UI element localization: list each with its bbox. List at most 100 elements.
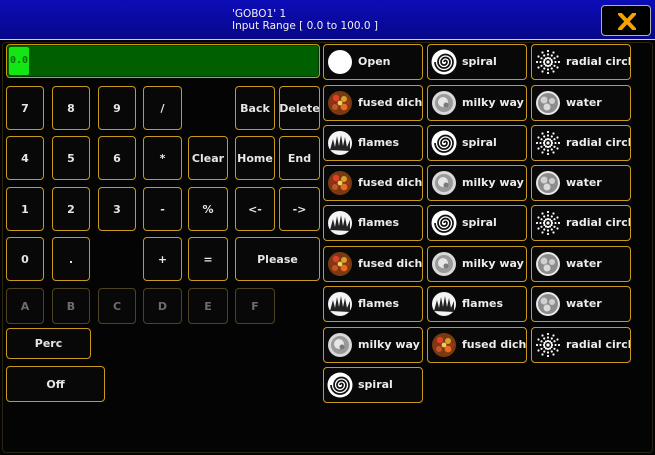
gobo-label: radial circle [566, 338, 630, 351]
gobo-icon-wrap [535, 49, 561, 75]
gobo-button-water[interactable]: water [531, 165, 631, 201]
gobo-label: spiral [462, 136, 497, 149]
key-perc-button[interactable]: Perc [6, 328, 91, 359]
key-left-button[interactable]: <- [235, 187, 275, 231]
key-b-button[interactable]: B [52, 288, 90, 324]
gobo-label: radial circle [566, 55, 630, 68]
key-4-button[interactable]: 4 [6, 136, 44, 180]
gobo-button-radial-circle[interactable]: radial circle [531, 205, 631, 241]
key-7-button[interactable]: 7 [6, 86, 44, 130]
key-dot-button[interactable]: . [52, 237, 90, 281]
flames-gobo-icon [328, 211, 352, 235]
gobo-button-fused-dichro[interactable]: fused dichro [323, 246, 423, 282]
milky-way-gobo-icon [432, 91, 456, 115]
input-value: 0.0 [10, 55, 29, 66]
gobo-icon-wrap [327, 291, 353, 317]
key-9-button[interactable]: 9 [98, 86, 136, 130]
gobo-button-radial-circle[interactable]: radial circle [531, 125, 631, 161]
gobo-icon-wrap [431, 170, 457, 196]
gobo-button-radial-circle[interactable]: radial circle [531, 327, 631, 363]
gobo-icon-wrap [327, 130, 353, 156]
key-5-button[interactable]: 5 [52, 136, 90, 180]
gobo-button-milky-way[interactable]: milky way [427, 246, 527, 282]
key-back-button[interactable]: Back [235, 86, 275, 130]
gobo-icon-wrap [327, 251, 353, 277]
gobo-icon-wrap [327, 372, 353, 398]
key-equals-button[interactable]: = [188, 237, 228, 281]
key-6-button[interactable]: 6 [98, 136, 136, 180]
key-slash-button[interactable]: / [143, 86, 182, 130]
gobo-icon-wrap [535, 130, 561, 156]
gobo-icon-wrap [431, 90, 457, 116]
key-minus-button[interactable]: - [143, 187, 182, 231]
gobo-button-spiral[interactable]: spiral [323, 367, 423, 403]
gobo-button-milky-way[interactable]: milky way [323, 327, 423, 363]
gobo-icon-wrap [535, 332, 561, 358]
gobo-label: radial circle [566, 216, 630, 229]
key-c-button[interactable]: C [98, 288, 136, 324]
key-right-button[interactable]: -> [279, 187, 320, 231]
key-f-button[interactable]: F [235, 288, 275, 324]
gobo-icon-wrap [327, 210, 353, 236]
gobo-button-spiral[interactable]: spiral [427, 44, 527, 80]
key-plus-button[interactable]: + [143, 237, 182, 281]
key-a-button[interactable]: A [6, 288, 44, 324]
gobo-label: spiral [358, 378, 393, 391]
gobo-button-milky-way[interactable]: milky way [427, 165, 527, 201]
gobo-button-water[interactable]: water [531, 286, 631, 322]
gobo-label: flames [358, 297, 400, 310]
key-8-button[interactable]: 8 [52, 86, 90, 130]
key-please-button[interactable]: Please [235, 237, 320, 281]
gobo-label: milky way [462, 176, 524, 189]
key-2-button[interactable]: 2 [52, 187, 90, 231]
gobo-button-spiral[interactable]: spiral [427, 205, 527, 241]
gobo-button-milky-way[interactable]: milky way [427, 85, 527, 121]
radial-circle-gobo-icon [535, 210, 561, 236]
key-clear-button[interactable]: Clear [188, 136, 228, 180]
gobo-label: flames [358, 216, 400, 229]
gobo-button-fused-dichro[interactable]: fused dichro [323, 165, 423, 201]
gobo-icon-wrap [431, 291, 457, 317]
key-3-button[interactable]: 3 [98, 187, 136, 231]
gobo-label: radial circle [566, 136, 630, 149]
fused-dichro-gobo-icon [328, 91, 352, 115]
gobo-button-spiral[interactable]: spiral [427, 125, 527, 161]
gobo-icon-wrap [431, 49, 457, 75]
gobo-button-water[interactable]: water [531, 85, 631, 121]
key-delete-button[interactable]: Delete [279, 86, 320, 130]
gobo-icon-wrap [431, 332, 457, 358]
gobo-button-flames[interactable]: flames [323, 205, 423, 241]
key-d-button[interactable]: D [143, 288, 182, 324]
gobo-button-flames[interactable]: flames [323, 286, 423, 322]
value-input-field[interactable]: 0.0 [6, 44, 320, 78]
gobo-button-Open[interactable]: Open [323, 44, 423, 80]
key-home-button[interactable]: Home [235, 136, 275, 180]
key-e-button[interactable]: E [188, 288, 228, 324]
gobo-button-radial-circle[interactable]: radial circle [531, 44, 631, 80]
open-gobo-icon [328, 50, 352, 74]
spiral-gobo-icon [431, 49, 457, 75]
key-star-button[interactable]: * [143, 136, 182, 180]
gobo-label: milky way [462, 257, 524, 270]
close-button[interactable] [601, 5, 651, 36]
input-range-label: Input Range [ 0.0 to 100.0 ] [232, 20, 378, 32]
key-percent-button[interactable]: % [188, 187, 228, 231]
key-off-button[interactable]: Off [6, 366, 105, 402]
water-gobo-icon [536, 252, 560, 276]
gobo-button-flames[interactable]: flames [427, 286, 527, 322]
gobo-button-water[interactable]: water [531, 246, 631, 282]
gobo-button-fused-dichro[interactable]: fused dichro [323, 85, 423, 121]
milky-way-gobo-icon [328, 333, 352, 357]
milky-way-gobo-icon [432, 252, 456, 276]
close-x-icon [618, 13, 636, 30]
gobo-button-flames[interactable]: flames [323, 125, 423, 161]
key-1-button[interactable]: 1 [6, 187, 44, 231]
gobo-icon-wrap [327, 332, 353, 358]
key-end-button[interactable]: End [279, 136, 320, 180]
key-0-button[interactable]: 0 [6, 237, 44, 281]
gobo-label: water [566, 257, 602, 270]
milky-way-gobo-icon [432, 171, 456, 195]
gobo-icon-wrap [327, 90, 353, 116]
gobo-button-fused-dichro[interactable]: fused dichro [427, 327, 527, 363]
flames-gobo-icon [328, 292, 352, 316]
